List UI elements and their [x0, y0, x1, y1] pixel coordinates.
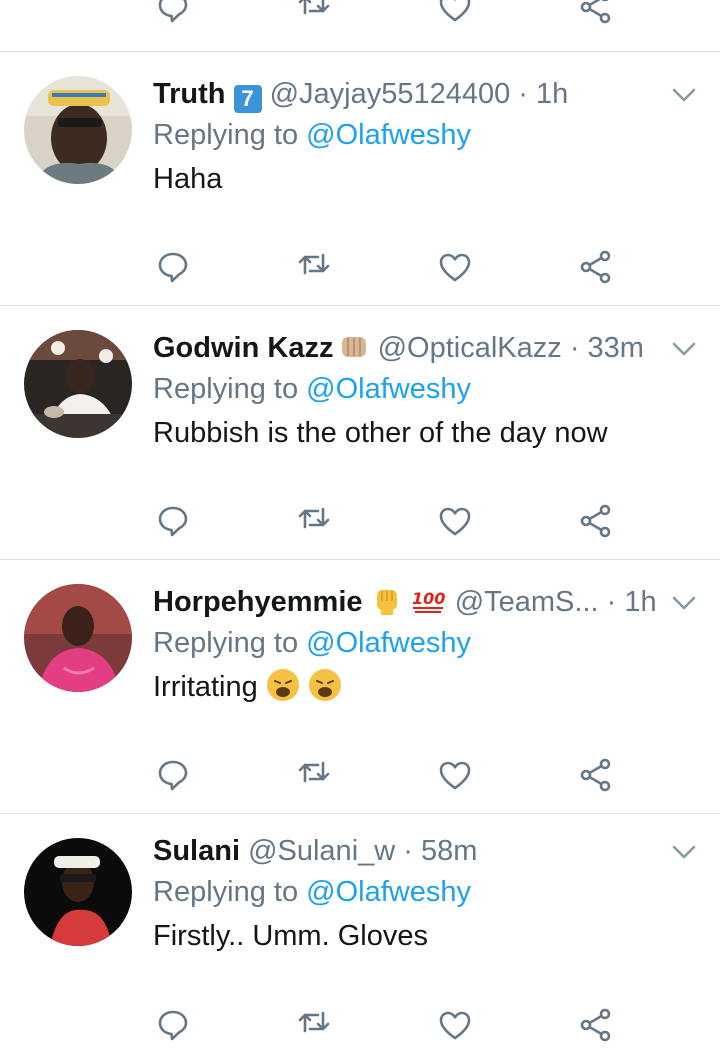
tweet[interactable]: Horpehyemmie 100 @TeamS... · 1h Replying…	[0, 560, 720, 813]
replying-to-label: Replying to	[153, 119, 299, 151]
mention-link[interactable]: @Olafweshy	[306, 627, 471, 659]
retweet-icon[interactable]	[296, 1004, 332, 1040]
raised-fist-emoji	[376, 590, 397, 615]
tweet-text-content: Irritating	[153, 671, 258, 703]
replying-to: Replying to @Olafweshy	[153, 369, 471, 409]
tweet-header: Sulani @Sulani_w · 58m	[153, 831, 477, 871]
replying-to-label: Replying to	[153, 876, 299, 908]
avatar[interactable]	[24, 838, 132, 946]
retweet-icon[interactable]	[296, 246, 332, 282]
replying-to-label: Replying to	[153, 627, 299, 659]
display-name[interactable]: Godwin Kazz	[153, 332, 333, 364]
avatar[interactable]	[24, 584, 132, 692]
avatar[interactable]	[24, 330, 132, 438]
replying-to-label: Replying to	[153, 373, 299, 405]
retweet-icon[interactable]	[296, 500, 332, 536]
timestamp[interactable]: · 58m	[403, 835, 477, 867]
fist-bump-emoji	[341, 337, 366, 357]
replying-to: Replying to @Olafweshy	[153, 872, 471, 912]
share-icon[interactable]	[578, 0, 614, 25]
retweet-icon[interactable]	[296, 754, 332, 790]
chevron-down-icon[interactable]	[670, 593, 698, 613]
tweet[interactable]: Sulani @Sulani_w · 58m Replying to @Olaf…	[0, 814, 720, 1054]
reply-icon[interactable]	[155, 502, 191, 538]
timestamp[interactable]: · 1h	[607, 586, 657, 618]
replying-to: Replying to @Olafweshy	[153, 115, 471, 155]
tweet-header: Godwin Kazz @OpticalKazz · 33m	[153, 328, 644, 368]
share-icon[interactable]	[578, 1007, 614, 1043]
handle[interactable]: @TeamS...	[455, 586, 599, 618]
like-icon[interactable]	[437, 1007, 473, 1043]
tweet-text: Firstly.. Umm. Gloves	[153, 920, 428, 952]
mention-link[interactable]: @Olafweshy	[306, 119, 471, 151]
reply-icon[interactable]	[155, 756, 191, 792]
chevron-down-icon[interactable]	[670, 339, 698, 359]
weary-face-emoji	[266, 669, 299, 701]
chevron-down-icon[interactable]	[670, 842, 698, 862]
mention-link[interactable]: @Olafweshy	[306, 373, 471, 405]
display-name[interactable]: Sulani	[153, 835, 240, 867]
svg-text:100: 100	[412, 589, 445, 608]
handle[interactable]: @Jayjay55124400	[270, 78, 511, 110]
display-name[interactable]: Horpehyemmie	[153, 586, 363, 618]
reply-icon[interactable]	[155, 1006, 191, 1042]
reply-icon[interactable]	[155, 248, 191, 284]
keycap-emoji: 7	[233, 85, 262, 113]
chevron-down-icon[interactable]	[670, 85, 698, 105]
tweet-header: Truth 7 @Jayjay55124400 · 1h	[153, 74, 568, 114]
handle[interactable]: @Sulani_w	[248, 835, 395, 867]
timestamp[interactable]: · 1h	[518, 78, 568, 110]
tweet-header: Horpehyemmie 100 @TeamS... · 1h	[153, 582, 657, 622]
tweet[interactable]: Godwin Kazz @OpticalKazz · 33m Replying …	[0, 306, 720, 559]
tweet-text: Irritating	[153, 667, 342, 707]
share-icon[interactable]	[578, 503, 614, 539]
hundred-points-emoji: 100	[412, 589, 445, 613]
share-icon[interactable]	[578, 757, 614, 793]
like-icon[interactable]	[437, 503, 473, 539]
like-icon[interactable]	[437, 757, 473, 793]
mention-link[interactable]: @Olafweshy	[306, 876, 471, 908]
reply-icon[interactable]	[155, 0, 191, 24]
like-icon[interactable]	[437, 0, 473, 25]
display-name[interactable]: Truth	[153, 78, 226, 110]
tweet-text: Haha	[153, 163, 223, 195]
weary-face-emoji	[308, 669, 341, 701]
share-icon[interactable]	[578, 249, 614, 285]
tweet[interactable]: Truth 7 @Jayjay55124400 · 1h Replying to …	[0, 52, 720, 305]
handle[interactable]: @OpticalKazz	[378, 332, 562, 364]
timestamp[interactable]: · 33m	[570, 332, 644, 364]
avatar[interactable]	[24, 76, 132, 184]
like-icon[interactable]	[437, 249, 473, 285]
retweet-icon[interactable]	[296, 0, 332, 22]
replying-to: Replying to @Olafweshy	[153, 623, 471, 663]
tweet-text: Rubbish is the other of the day now	[153, 417, 608, 449]
